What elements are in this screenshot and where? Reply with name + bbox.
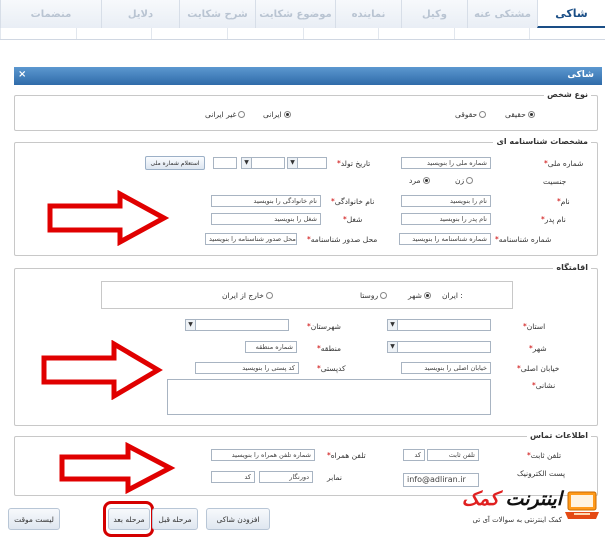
close-icon[interactable]: × (18, 69, 26, 80)
region-input[interactable]: شماره منطقه (245, 341, 297, 353)
postal-code-label: *کدپستی (317, 364, 346, 373)
first-name-label: *نام (557, 197, 570, 206)
radio-real[interactable]: حقیقی (505, 110, 535, 119)
id-number-input[interactable]: شماره شناسنامه را بنویسید (399, 233, 491, 245)
region-label: *منطقه (317, 344, 341, 353)
mobile-label: *تلفن همراه (327, 451, 366, 460)
birth-date-label: *تاریخ تولد (337, 159, 371, 168)
county-select[interactable]: ▼ (185, 319, 289, 331)
tab-reasons[interactable]: دلایل (101, 0, 179, 28)
radio-dot (380, 292, 388, 299)
iran-label: ایران : (442, 291, 463, 300)
gender-label: جنسیت (543, 177, 567, 186)
dialog-header: × شاکی (14, 67, 602, 85)
residence-legend: اقامتگاه (553, 263, 591, 272)
radio-village[interactable]: روستا (360, 291, 388, 300)
email-label: پست الکترونیک (517, 469, 566, 478)
inquiry-button[interactable]: استعلام شماره ملی (145, 156, 205, 170)
red-arrow-icon (41, 340, 163, 400)
radio-dot (422, 177, 430, 184)
last-name-label: *نام خانوادگی (331, 197, 375, 206)
phone-input[interactable]: تلفن ثابت (427, 449, 479, 461)
residence-type-box: ایران : شهر روستا خارج از ایران (101, 281, 513, 309)
chevron-down-icon: ▼ (242, 158, 252, 168)
tab-attachments[interactable]: منضمات (0, 0, 101, 28)
chevron-down-icon: ▼ (186, 320, 196, 330)
id-number-label: *شماره شناسنامه (495, 235, 552, 244)
radio-dot (265, 292, 273, 299)
last-name-input[interactable]: نام خانوادگی را بنویسید (211, 195, 321, 207)
first-name-input[interactable]: نام را بنویسید (401, 195, 491, 207)
radio-city[interactable]: شهر (408, 291, 431, 300)
person-type-group: نوع شخص حقیقی حقوقی ایرانی غیر ایرانی (14, 90, 598, 131)
site-logo: اینترنت کمک کمک اینترنتی به سوالات آی تی (432, 486, 602, 532)
radio-dot (238, 111, 246, 118)
fax-input[interactable]: دورنگار (259, 471, 313, 483)
tab-description[interactable]: شرح شکایت (179, 0, 255, 28)
chevron-down-icon: ▼ (388, 320, 398, 330)
birth-year-input[interactable] (213, 157, 237, 169)
radio-dot (527, 111, 535, 118)
father-name-input[interactable]: نام پدر را بنویسید (401, 213, 491, 225)
radio-female[interactable]: زن (455, 176, 474, 185)
mobile-input[interactable]: شماره تلفن همراه را بنویسید (211, 449, 315, 461)
logo-tagline: کمک اینترنتی به سوالات آی تی (472, 516, 562, 524)
province-label: *استان (523, 322, 546, 331)
radio-abroad[interactable]: خارج از ایران (222, 291, 273, 300)
tab-lawyer[interactable]: وکیل (401, 0, 467, 28)
national-code-input[interactable]: شماره ملی را بنویسید (401, 157, 491, 169)
tab-subrow (0, 28, 605, 40)
address-textarea[interactable] (167, 379, 491, 415)
identity-legend: مشخصات شناسنامه ای (493, 137, 591, 146)
national-code-label: *شماره ملی (544, 159, 584, 168)
person-type-legend: نوع شخص (544, 90, 591, 99)
tab-representative[interactable]: نماینده (335, 0, 401, 28)
chevron-down-icon: ▼ (288, 158, 298, 168)
email-input[interactable]: info@adliran.ir (403, 473, 479, 487)
birth-month-select[interactable]: ▼ (241, 157, 285, 169)
job-input[interactable]: شغل را بنویسید (211, 213, 321, 225)
tab-bar: شاکی مشتکی عنه وکیل نماینده موضوع شکایت … (0, 0, 605, 42)
issue-place-label: *محل صدور شناسنامه (307, 235, 378, 244)
add-complainant-button[interactable]: افزودن شاکی (206, 508, 270, 530)
fax-label: نمابر (327, 473, 342, 482)
tab-subject[interactable]: موضوع شکایت (255, 0, 335, 28)
postal-code-input[interactable]: کد پستی را بنویسید (195, 362, 299, 374)
prev-step-button[interactable]: مرحله قبل (152, 508, 198, 530)
radio-legal[interactable]: حقوقی (455, 110, 487, 119)
city-select[interactable]: ▼ (387, 341, 491, 353)
logo-text: اینترنت کمک (461, 488, 563, 510)
tab-defendant[interactable]: مشتکی عنه (467, 0, 537, 28)
city-label: *شهر (529, 344, 547, 353)
street-label: *خیابان اصلی (517, 364, 560, 373)
radio-dot (283, 111, 291, 118)
county-label: *شهرستان (307, 322, 341, 331)
street-input[interactable]: خیابان اصلی را بنویسید (401, 362, 491, 374)
radio-dot (466, 177, 474, 184)
laptop-icon (565, 491, 599, 519)
radio-dot (479, 111, 487, 118)
job-label: *شغل (343, 215, 363, 224)
next-step-button[interactable]: مرحله بعد (108, 508, 150, 530)
birth-day-select[interactable]: ▼ (287, 157, 327, 169)
tab-complainant[interactable]: شاکی (537, 0, 605, 28)
contact-legend: اطلاعات تماس (526, 431, 591, 440)
dialog-title: شاکی (567, 70, 594, 80)
chevron-down-icon: ▼ (388, 342, 398, 352)
red-arrow-icon (47, 190, 170, 246)
radio-foreign[interactable]: غیر ایرانی (205, 110, 246, 119)
phone-label: *تلفن ثابت (527, 451, 562, 460)
fax-code-input[interactable]: کد (211, 471, 255, 483)
issue-place-input[interactable]: محل صدور شناسنامه را بنویسید (205, 233, 297, 245)
radio-male[interactable]: مرد (409, 176, 430, 185)
province-select[interactable]: ▼ (387, 319, 491, 331)
radio-dot (423, 292, 431, 299)
tab-row: شاکی مشتکی عنه وکیل نماینده موضوع شکایت … (0, 0, 605, 28)
red-arrow-icon (59, 442, 176, 494)
father-name-label: *نام پدر (541, 215, 566, 224)
area-code-input[interactable]: کد (403, 449, 425, 461)
temp-list-button[interactable]: لیست موقت (8, 508, 60, 530)
address-label: *نشانی (532, 381, 556, 390)
radio-iranian[interactable]: ایرانی (263, 110, 291, 119)
